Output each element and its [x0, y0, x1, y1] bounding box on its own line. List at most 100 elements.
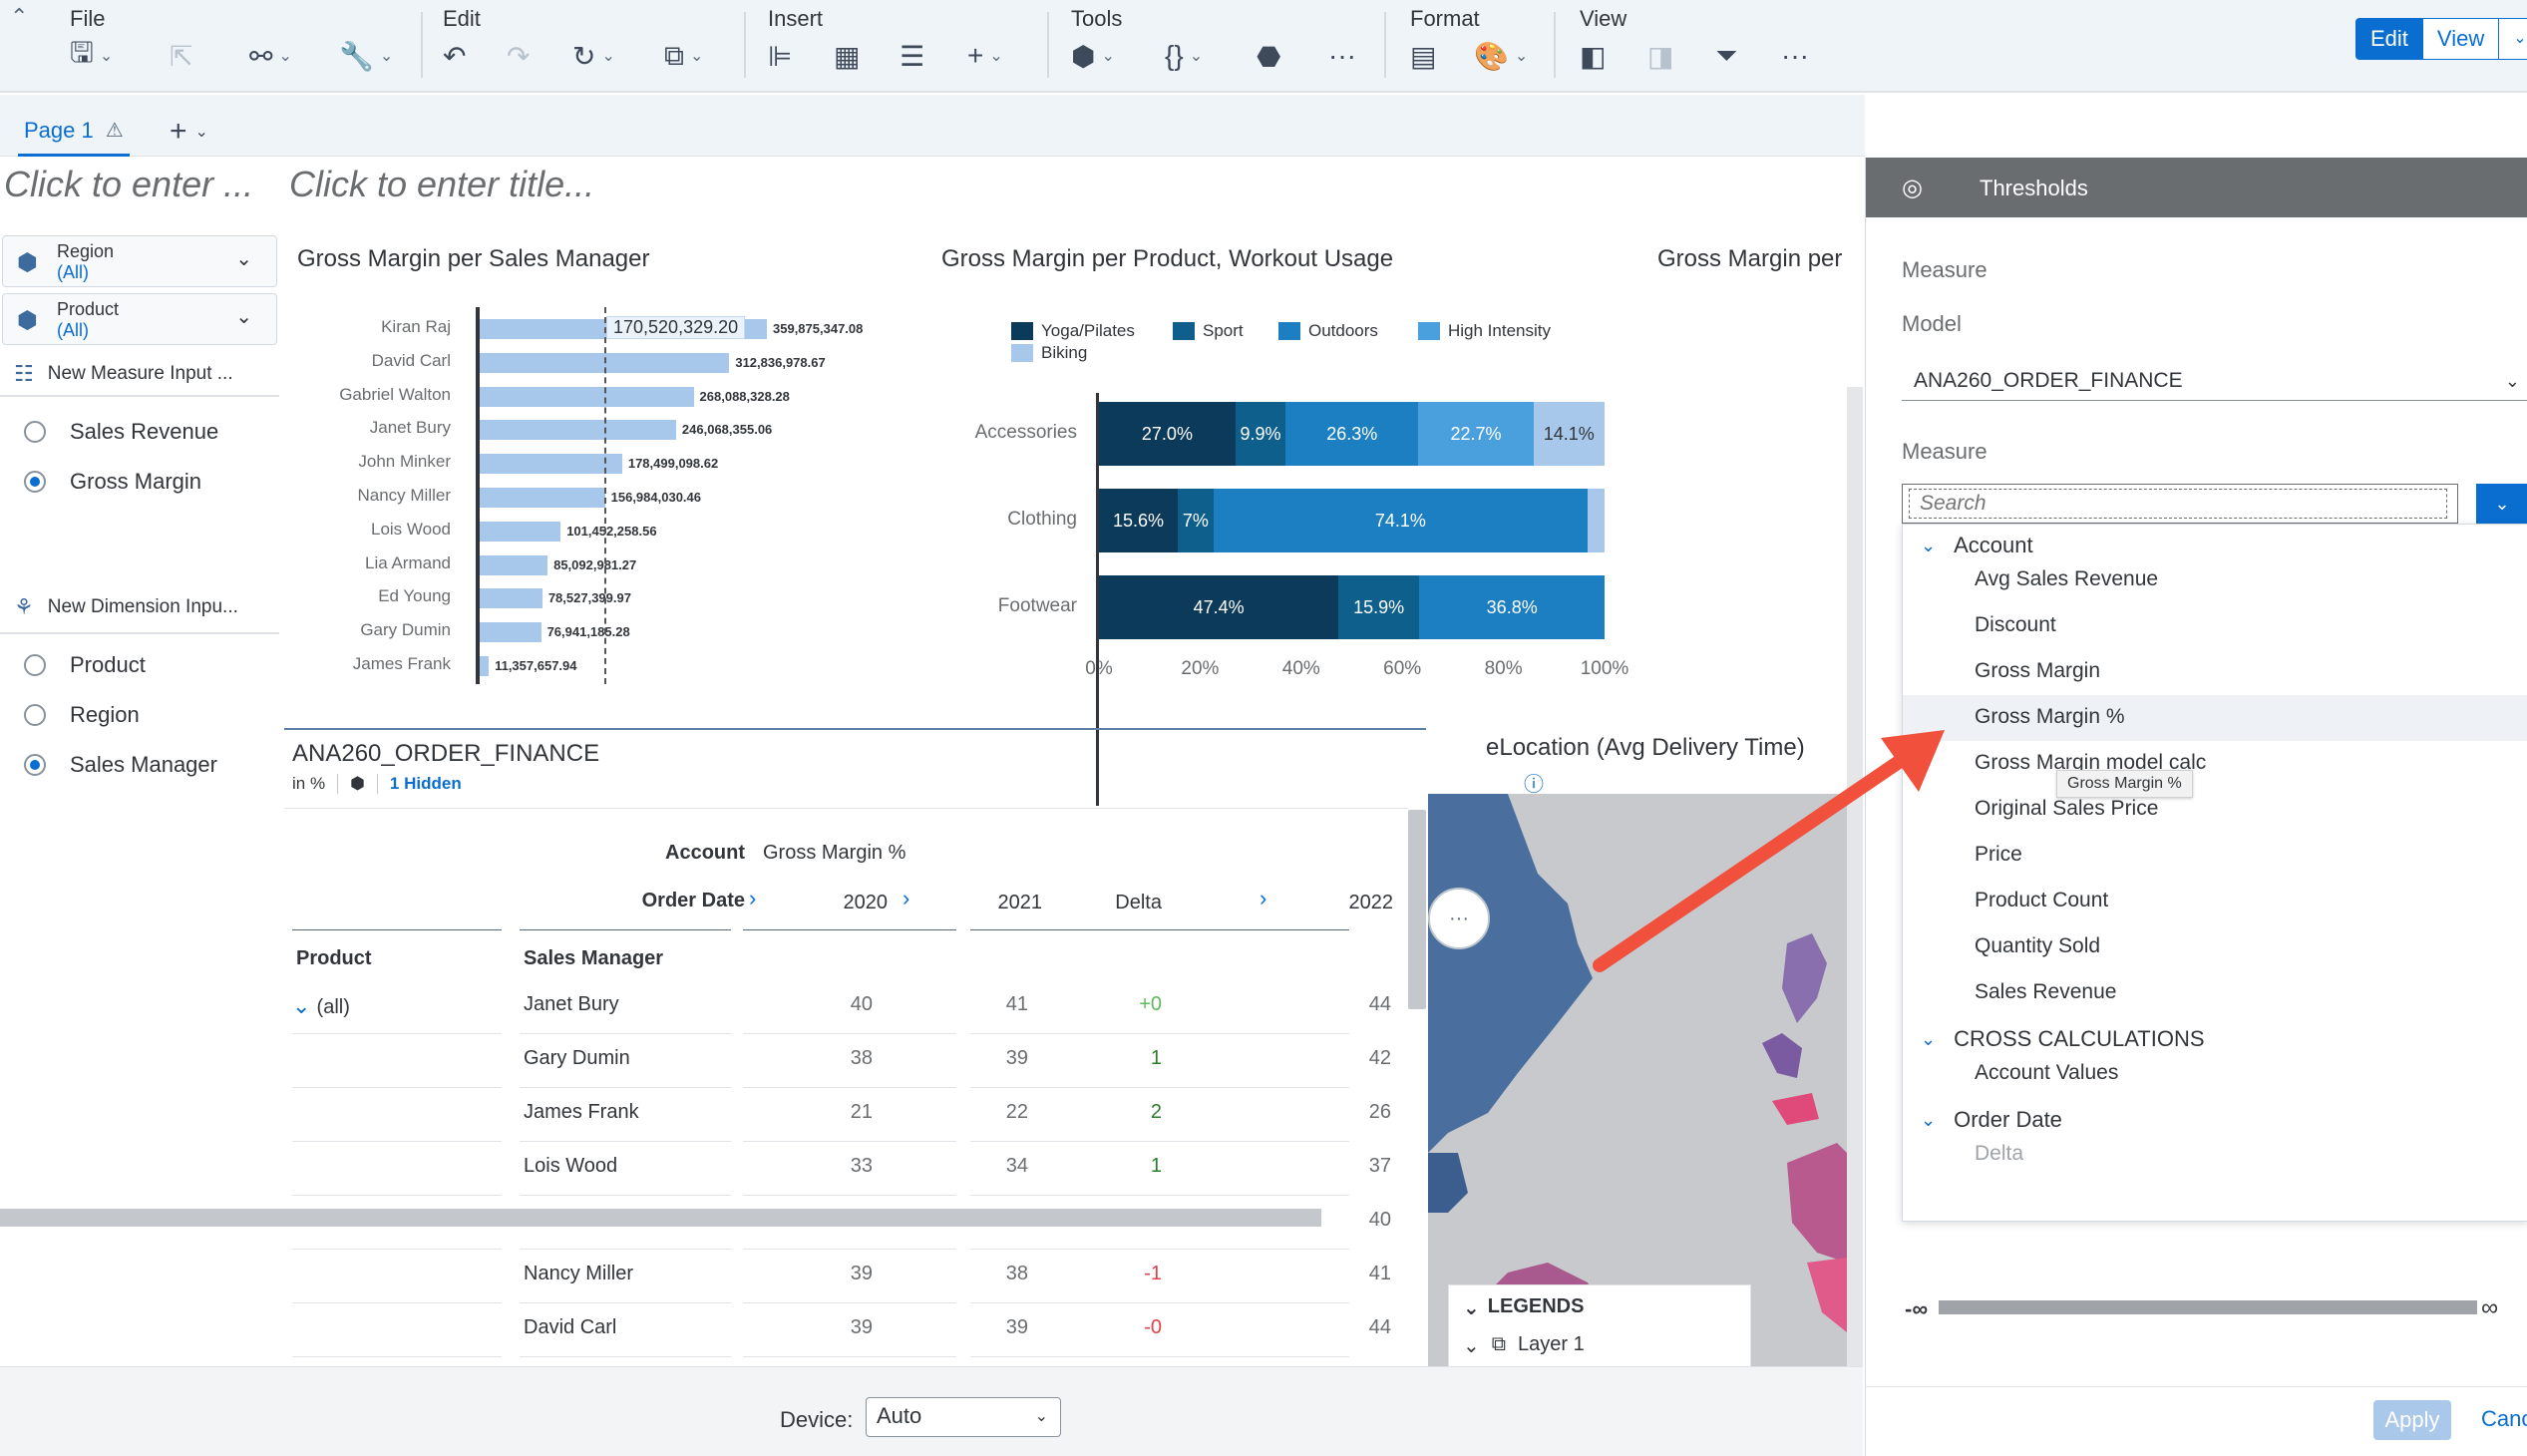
bar-mark[interactable]	[480, 554, 548, 575]
third-chart-title[interactable]: Gross Margin per	[1657, 245, 1842, 273]
dropdown-group-header[interactable]: ⌄ Account	[1921, 533, 2033, 558]
dropdown-item[interactable]: Quantity Sold	[1903, 924, 2527, 970]
insert-menu-title[interactable]: Insert	[768, 6, 823, 32]
refresh-icon[interactable]: ↻ ⌄	[572, 36, 615, 76]
stacked-segment[interactable]: 22.7%	[1418, 402, 1534, 466]
stacked-segment[interactable]: 27.0%	[1099, 402, 1236, 466]
model-link-icon[interactable]: ⬣	[1257, 36, 1280, 76]
hidden-count-link[interactable]: 1 Hidden	[390, 774, 462, 794]
add-model-icon[interactable]: ⬢ ⌄	[1071, 36, 1115, 76]
device-select[interactable]: Auto ⌄	[866, 1397, 1061, 1437]
edit-menu-title[interactable]: Edit	[443, 6, 481, 32]
format-menu-title[interactable]: Format	[1410, 6, 1480, 32]
stacked-segment[interactable]: 26.3%	[1285, 402, 1419, 466]
undo-icon[interactable]: ↶	[443, 36, 466, 76]
legend-item[interactable]: Outdoors	[1278, 321, 1378, 341]
add-page-button[interactable]: + ⌄	[170, 115, 208, 149]
dropdown-item[interactable]: Sales Revenue	[1903, 970, 2527, 1016]
dropdown-item[interactable]: Product Count	[1903, 879, 2527, 924]
radio-sales-revenue[interactable]: Sales Revenue	[24, 419, 218, 445]
dropdown-group-header[interactable]: ⌄ Order Date	[1921, 1107, 2062, 1133]
measure-input-header[interactable]: ☷ New Measure Input ...	[14, 361, 233, 387]
insert-chart-icon[interactable]: ⊫	[768, 36, 792, 76]
bar-mark[interactable]	[480, 420, 676, 441]
radio-product[interactable]: Product	[24, 652, 146, 678]
radio-sales-manager[interactable]: Sales Manager	[24, 752, 217, 778]
table-vertical-scrollbar[interactable]	[1408, 810, 1426, 1009]
edit-mode-button[interactable]: Edit	[2355, 18, 2423, 60]
right-panel-icon[interactable]: ◨	[1647, 36, 1673, 76]
legend-item[interactable]: High Intensity	[1418, 321, 1551, 341]
canvas-horizontal-scrollbar[interactable]	[0, 1209, 1321, 1227]
legend-item[interactable]: Biking	[1011, 343, 1087, 363]
dropdown-group-header[interactable]: ⌄ CROSS CALCULATIONS	[1921, 1026, 2205, 1052]
filter-icon[interactable]: ⏷	[1715, 36, 1737, 76]
collapse-toolbar-icon[interactable]: ⌃	[10, 4, 28, 30]
stacked-segment[interactable]: 9.9%	[1235, 402, 1286, 466]
stacked-segment[interactable]: 47.4%	[1099, 575, 1339, 639]
chevron-down-icon[interactable]: ⌄	[292, 993, 317, 1018]
chevron-down-icon[interactable]: ⌄	[1921, 1029, 1936, 1050]
legend-layer[interactable]: ⌄ ⧉ Layer 1	[1463, 1333, 1585, 1358]
left-panel-icon[interactable]: ◧	[1580, 36, 1606, 76]
dropdown-item[interactable]: Avg Sales Revenue	[1903, 557, 2527, 603]
dropdown-chevron-icon[interactable]: ⌄	[2476, 484, 2527, 524]
stacked-segment[interactable]: 7%	[1178, 489, 1214, 552]
geo-map[interactable]	[1428, 794, 1847, 1366]
bar-mark[interactable]	[480, 454, 622, 475]
dropdown-item[interactable]: Account Values	[1903, 1051, 2527, 1097]
script-braces-icon[interactable]: {} ⌄	[1165, 36, 1203, 76]
radio-gross-margin[interactable]: Gross Margin	[24, 469, 201, 495]
bar-mark[interactable]	[480, 488, 605, 508]
map-title[interactable]: eLocation (Avg Delivery Time)	[1486, 734, 1805, 762]
view-more-icon[interactable]: ···	[1781, 36, 1809, 76]
bar-mark[interactable]	[480, 386, 694, 407]
copy-icon[interactable]: ⧉ ⌄	[664, 36, 703, 76]
bar-mark[interactable]	[480, 622, 542, 643]
region-filter[interactable]: ⬢ Region (All) ⌄	[2, 235, 277, 287]
dropdown-item[interactable]: Gross Margin	[1903, 649, 2527, 695]
legend-item[interactable]: Yoga/Pilates	[1011, 321, 1135, 341]
chevron-down-icon[interactable]: ⌄	[235, 246, 252, 271]
expand-chevron-icon[interactable]: ›	[902, 886, 909, 911]
dropdown-item[interactable]: Gross Margin model calc	[1903, 741, 2527, 787]
insert-table-icon[interactable]: ▦	[834, 36, 860, 76]
dropdown-item[interactable]: Discount	[1903, 603, 2527, 649]
stacked-segment[interactable]: 15.6%	[1099, 489, 1179, 552]
stacked-segment[interactable]	[1588, 489, 1605, 552]
bar-mark[interactable]	[480, 588, 542, 609]
dropdown-item[interactable]: Gross Margin %	[1903, 695, 2527, 741]
finance-table[interactable]: ANA260_ORDER_FINANCE in % ⬢ 1 Hidden Acc…	[284, 728, 1426, 1366]
model-select[interactable]: ANA260_ORDER_FINANCE ⌄	[1902, 361, 2527, 401]
expand-chevron-icon[interactable]: ›	[1260, 886, 1266, 911]
radio-region[interactable]: Region	[24, 702, 140, 728]
product-filter[interactable]: ⬢ Product (All) ⌄	[2, 293, 277, 345]
expand-chevron-icon[interactable]: ›	[749, 886, 756, 911]
tools-more-icon[interactable]: ···	[1328, 36, 1356, 76]
chevron-down-icon[interactable]: ⌄	[1921, 1110, 1936, 1131]
legend-header[interactable]: ⌄ LEGENDS	[1463, 1295, 1584, 1320]
palette-icon[interactable]: 🎨 ⌄	[1474, 36, 1528, 76]
more-options-icon[interactable]: ···	[1428, 888, 1490, 949]
dimension-input-header[interactable]: ⚘ New Dimension Inpu...	[14, 594, 238, 620]
radio-button[interactable]	[24, 704, 46, 726]
share-icon[interactable]: ⚯ ⌄	[249, 36, 292, 76]
cancel-button[interactable]: Cancel	[2481, 1406, 2527, 1432]
product-all-cell[interactable]: ⌄ (all)	[292, 993, 350, 1019]
bar-mark[interactable]	[480, 656, 490, 676]
radio-button[interactable]	[24, 421, 46, 443]
dropdown-item[interactable]: Price	[1903, 833, 2527, 879]
tab-page-1[interactable]: Page 1 ⚠	[18, 107, 130, 157]
insert-add-icon[interactable]: + ⌄	[967, 36, 1003, 76]
stacked-segment[interactable]: 15.9%	[1338, 575, 1419, 639]
dropdown-item[interactable]: Original Sales Price	[1903, 787, 2527, 833]
tools-menu-title[interactable]: Tools	[1071, 6, 1122, 32]
stacked-segment[interactable]: 36.8%	[1418, 575, 1606, 639]
stacked-segment[interactable]: 14.1%	[1533, 402, 1605, 466]
measure-search-input[interactable]	[1909, 489, 2447, 519]
mode-menu-chevron-icon[interactable]: ⌄	[2499, 18, 2527, 60]
legend-item[interactable]: Sport	[1173, 321, 1244, 341]
share-export-icon[interactable]: ⇱	[170, 36, 192, 76]
radio-button[interactable]	[24, 654, 46, 676]
tools-wrench-icon[interactable]: 🔧 ⌄	[339, 36, 393, 76]
